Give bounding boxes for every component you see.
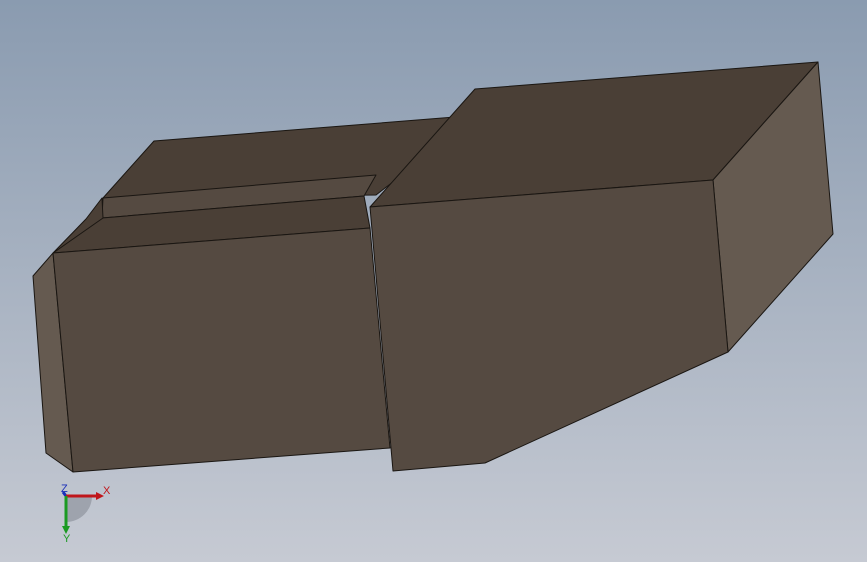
x-axis-label: X xyxy=(103,485,111,497)
graphics-viewport[interactable]: X Z Y xyxy=(0,0,867,562)
y-axis-label: Y xyxy=(63,533,71,545)
z-axis-label: Z xyxy=(61,483,68,495)
left-block-front-face[interactable] xyxy=(52,227,391,473)
model-view[interactable]: X Z Y xyxy=(0,0,867,562)
